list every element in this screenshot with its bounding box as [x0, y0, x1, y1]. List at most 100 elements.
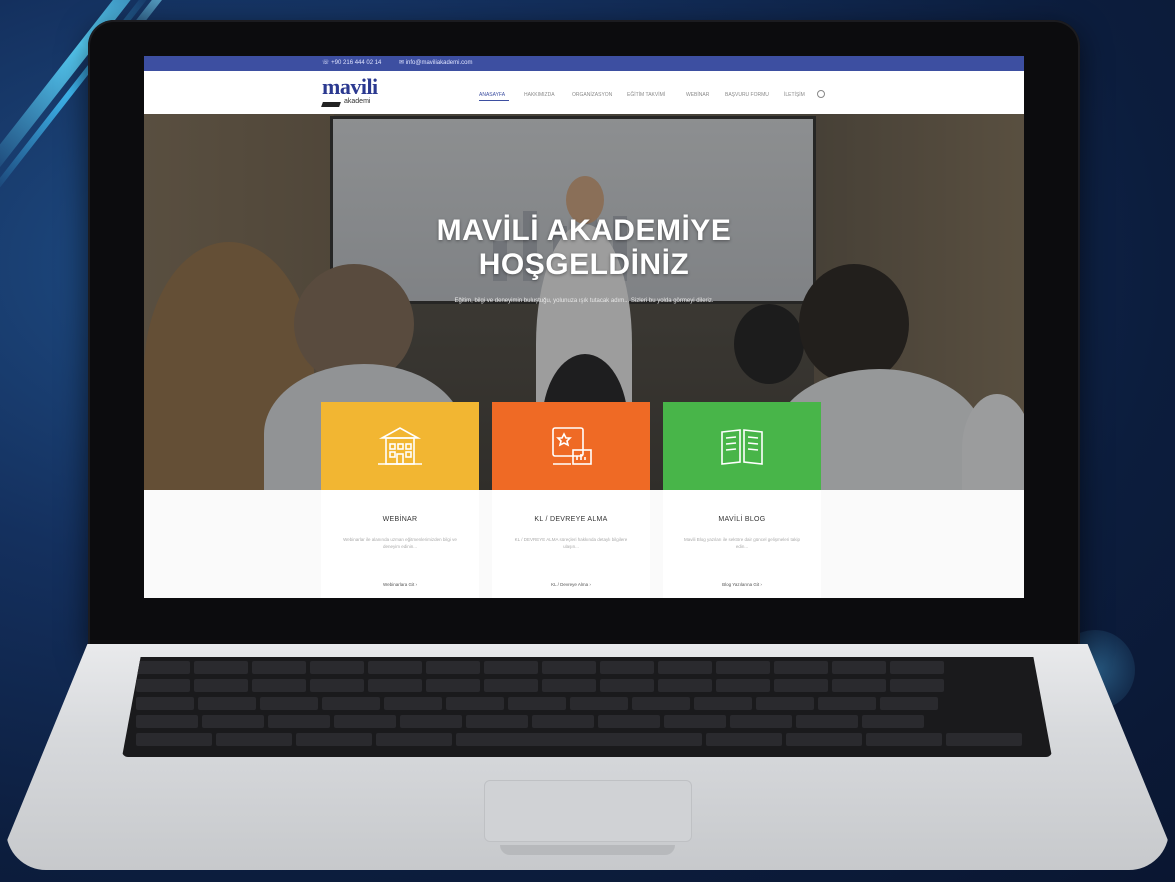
- open-book-icon: [721, 429, 763, 465]
- card-description: KL / DEVREYE ALMA süreçleri hakkında det…: [514, 537, 628, 549]
- nav-item-anasayfa[interactable]: ANASAYFA: [479, 92, 505, 98]
- hero-subtitle: Eğitim, bilgi ve deneyimin buluştuğu, yo…: [454, 298, 714, 304]
- logo-subtitle: akademi: [344, 98, 371, 105]
- hero-title: MAVİLİ AKADEMİYE HOŞGELDİNİZ: [436, 214, 732, 281]
- keyboard-key: [716, 661, 770, 674]
- phone-text[interactable]: ☏ +90 216 444 02 14: [322, 59, 381, 66]
- keyboard-key: [600, 661, 654, 674]
- keyboard-key: [786, 733, 862, 746]
- keyboard-key: [202, 715, 264, 728]
- keyboard-key: [632, 697, 690, 710]
- keyboard-key: [136, 715, 198, 728]
- card-webinar[interactable]: WEBİNAR Webinarlar ile alanında uzman eğ…: [321, 402, 479, 598]
- keyboard-key: [694, 697, 752, 710]
- card-link[interactable]: KL / Devreye Alma ›: [492, 582, 650, 587]
- building-icon: [378, 427, 422, 465]
- keyboard-key: [426, 661, 480, 674]
- keyboard-key: [252, 679, 306, 692]
- card-link[interactable]: Blog Yazılarına Git ›: [663, 582, 821, 587]
- keyboard-key: [796, 715, 858, 728]
- nav-item-egitim-takvimi[interactable]: EĞİTİM TAKVİMİ: [627, 92, 665, 98]
- card-description: Webinarlar ile alanında uzman eğitmenler…: [343, 537, 457, 549]
- keyboard-key: [368, 679, 422, 692]
- card-link[interactable]: Webinarlara Git ›: [321, 582, 479, 587]
- site-logo[interactable]: mavili akademi: [321, 74, 378, 107]
- keyboard-key: [368, 661, 422, 674]
- keyboard-key: [484, 661, 538, 674]
- nav-item-webinar[interactable]: WEBİNAR: [686, 92, 709, 98]
- laptop-keyboard: [122, 657, 1052, 757]
- keyboard-key: [508, 697, 566, 710]
- laptop-screen: ☏ +90 216 444 02 14 ✉ info@maviliakademi…: [144, 56, 1024, 598]
- keyboard-key: [136, 733, 212, 746]
- keyboard-key: [570, 697, 628, 710]
- card-title: WEBİNAR: [382, 516, 418, 523]
- keyboard-key: [716, 679, 770, 692]
- keyboard-key: [216, 733, 292, 746]
- nav-active-underline: [479, 100, 509, 101]
- keyboard-key: [268, 715, 330, 728]
- keyboard-key: [730, 715, 792, 728]
- keyboard-key: [664, 715, 726, 728]
- keyboard-key: [890, 661, 944, 674]
- keyboard-key: [310, 679, 364, 692]
- keyboard-key: [832, 661, 886, 674]
- card-kl-devreye-alma[interactable]: KL / DEVREYE ALMA KL / DEVREYE ALMA süre…: [492, 402, 650, 598]
- card-tile: [492, 402, 650, 490]
- nav-item-iletisim[interactable]: İLETİŞİM: [784, 92, 805, 98]
- keyboard-key: [194, 679, 248, 692]
- keyboard-key: [310, 661, 364, 674]
- keyboard-key: [136, 697, 194, 710]
- keyboard-key: [862, 715, 924, 728]
- keyboard-key: [542, 679, 596, 692]
- laptop-trackpad: [484, 780, 692, 842]
- keyboard-key: [252, 661, 306, 674]
- keyboard-key: [542, 661, 596, 674]
- search-icon[interactable]: [817, 90, 825, 98]
- card-tile: [321, 402, 479, 490]
- keyboard-key: [456, 733, 702, 746]
- keyboard-key: [198, 697, 256, 710]
- keyboard-key: [880, 697, 938, 710]
- keyboard-key: [260, 697, 318, 710]
- keyboard-key: [774, 661, 828, 674]
- keyboard-key: [532, 715, 594, 728]
- keyboard-key: [598, 715, 660, 728]
- laptop-notch: [500, 845, 675, 855]
- keyboard-key: [384, 697, 442, 710]
- keyboard-key: [866, 733, 942, 746]
- keyboard-key: [706, 733, 782, 746]
- keyboard-key: [194, 661, 248, 674]
- keyboard-key: [136, 661, 190, 674]
- card-description: Mavili Blog yazıları ile sektöre dair gü…: [683, 537, 801, 549]
- nav-item-organizasyon[interactable]: ORGANİZASYON: [572, 92, 612, 98]
- card-mavili-blog[interactable]: MAVİLİ BLOG Mavili Blog yazıları ile sek…: [663, 402, 821, 598]
- keyboard-key: [296, 733, 372, 746]
- keyboard-key: [946, 733, 1022, 746]
- keyboard-key: [322, 697, 380, 710]
- nav-item-basvuru-formu[interactable]: BAŞVURU FORMU: [725, 92, 769, 98]
- card-title: MAVİLİ BLOG: [718, 516, 766, 523]
- keyboard-key: [334, 715, 396, 728]
- keyboard-key: [774, 679, 828, 692]
- keyboard-key: [376, 733, 452, 746]
- card-tile: [663, 402, 821, 490]
- keyboard-key: [446, 697, 504, 710]
- keyboard-key: [426, 679, 480, 692]
- site-header: mavili akademi ANASAYFA HAKKIMIZDA ORGAN…: [144, 71, 1024, 115]
- presentation-board-icon: [552, 427, 592, 465]
- keyboard-key: [600, 679, 654, 692]
- keyboard-key: [400, 715, 462, 728]
- keyboard-key: [658, 679, 712, 692]
- keyboard-key: [658, 661, 712, 674]
- logo-wordmark: mavili: [322, 74, 378, 99]
- email-text[interactable]: ✉ info@maviliakademi.com: [399, 59, 472, 66]
- keyboard-key: [832, 679, 886, 692]
- keyboard-key: [466, 715, 528, 728]
- card-title: KL / DEVREYE ALMA: [534, 516, 608, 523]
- keyboard-key: [136, 679, 190, 692]
- top-contact-bar: ☏ +90 216 444 02 14 ✉ info@maviliakademi…: [144, 56, 1024, 71]
- keyboard-key: [818, 697, 876, 710]
- keyboard-key: [890, 679, 944, 692]
- nav-item-hakkimizda[interactable]: HAKKIMIZDA: [524, 92, 555, 98]
